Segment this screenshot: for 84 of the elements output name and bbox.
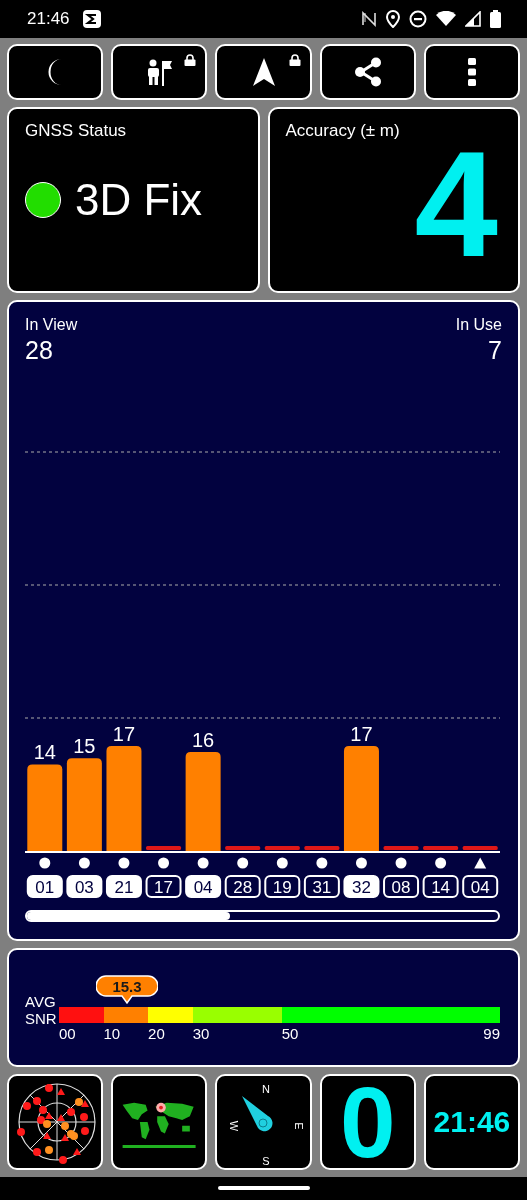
in-view-count: 28 xyxy=(25,336,54,365)
card-title: GNSS Status xyxy=(25,121,127,141)
compass-direction-label: W xyxy=(227,1120,240,1132)
bar-value-label: 17 xyxy=(350,722,373,745)
navigation-arrow-icon xyxy=(251,57,276,87)
scale-tick-label: 20 xyxy=(148,1025,165,1042)
lock-icon xyxy=(184,54,197,66)
battery-icon xyxy=(490,10,501,28)
clock-time: 21:46 xyxy=(27,9,70,29)
location-icon xyxy=(386,10,400,28)
nfc-icon xyxy=(361,11,377,27)
home-indicator[interactable] xyxy=(217,1186,310,1190)
lock-icon xyxy=(288,54,301,66)
scale-tick-label: 99 xyxy=(483,1025,500,1042)
accuracy-value: 4 xyxy=(414,129,498,279)
in-use-count: 7 xyxy=(488,336,502,365)
avg-label: AVG xyxy=(25,993,57,1010)
in-view-label: In View xyxy=(25,316,78,334)
night-mode-button[interactable] xyxy=(7,44,104,100)
satellite-id-label: 04 xyxy=(185,875,222,898)
scale-tick-label: 10 xyxy=(103,1025,121,1042)
bar-value-label: 15 xyxy=(73,735,96,758)
scale-tick-label: 30 xyxy=(192,1025,210,1042)
x-tick-label: 03 xyxy=(74,877,94,897)
clock-time: 21:46 xyxy=(433,1105,511,1139)
x-tick-label: 32 xyxy=(352,877,371,897)
do-not-disturb-icon xyxy=(409,10,427,28)
empty-signal-bar xyxy=(462,846,498,850)
satellite-id-label: 19 xyxy=(264,875,301,898)
empty-signal-bar xyxy=(304,846,340,850)
scale-tick-label: 50 xyxy=(281,1025,299,1042)
x-tick-label: 08 xyxy=(391,877,411,897)
app-notification-icon xyxy=(81,9,102,29)
card-title: Accuracy (± m) xyxy=(285,121,400,141)
value-callout: 15.3 xyxy=(96,975,159,1005)
x-tick-label: 04 xyxy=(470,877,490,897)
x-tick-label: 19 xyxy=(272,877,292,897)
satellite-id-label: 14 xyxy=(422,875,459,898)
satellite-id-label: 21 xyxy=(105,875,142,898)
x-tick-label: 01 xyxy=(35,877,55,897)
scale-tick-label: 00 xyxy=(59,1025,76,1042)
satellite-id-label: 31 xyxy=(303,875,340,898)
counter-tile[interactable]: 0 xyxy=(319,1074,416,1170)
x-tick-label: 31 xyxy=(312,877,332,897)
compass-direction-label: E xyxy=(292,1122,305,1130)
satellite-id-label: 17 xyxy=(145,875,182,898)
more-options-button[interactable] xyxy=(423,44,520,100)
empty-signal-bar xyxy=(264,846,300,850)
empty-signal-bar xyxy=(146,846,182,850)
satellite-id-label: 03 xyxy=(66,875,103,898)
explorer-button[interactable] xyxy=(111,44,208,100)
x-tick-label: 28 xyxy=(233,877,253,897)
empty-signal-bar xyxy=(225,846,261,850)
in-use-label: In Use xyxy=(455,316,502,334)
x-tick-label: 17 xyxy=(154,877,173,897)
satellite-id-label: 08 xyxy=(383,875,420,898)
empty-signal-bar xyxy=(383,846,419,850)
compass-tile[interactable]: N S E W xyxy=(215,1074,312,1170)
cell-signal-icon xyxy=(465,11,481,27)
clock-tile[interactable]: 21:46 xyxy=(423,1074,520,1170)
bar-value-label: 17 xyxy=(112,722,136,745)
satellite-id-label: 04 xyxy=(462,875,499,898)
x-tick-label: 04 xyxy=(193,877,213,897)
satellite-id-label: 01 xyxy=(26,875,63,898)
bar-value-label: 16 xyxy=(192,729,215,752)
compass-direction-label: N xyxy=(261,1082,270,1095)
fix-status: 3D Fix xyxy=(75,175,203,225)
wifi-icon xyxy=(436,11,456,27)
empty-signal-bar xyxy=(423,846,459,850)
share-button[interactable] xyxy=(319,44,416,100)
person-with-flag-icon xyxy=(145,58,174,86)
bar-value-label: 14 xyxy=(33,741,56,764)
compass-direction-label: S xyxy=(261,1154,270,1167)
x-tick-label: 14 xyxy=(431,877,451,897)
snr-label: SNR xyxy=(25,1010,58,1027)
navigate-button[interactable] xyxy=(215,44,312,100)
satellite-id-label: 32 xyxy=(343,875,380,898)
counter-value: 0 xyxy=(339,1076,396,1168)
satellite-id-label: 28 xyxy=(224,875,261,898)
share-icon xyxy=(353,57,382,87)
scroll-bar[interactable] xyxy=(25,910,500,922)
compass-needle-icon xyxy=(241,1096,272,1132)
x-tick-label: 21 xyxy=(114,877,134,897)
more-options-icon xyxy=(467,58,476,86)
